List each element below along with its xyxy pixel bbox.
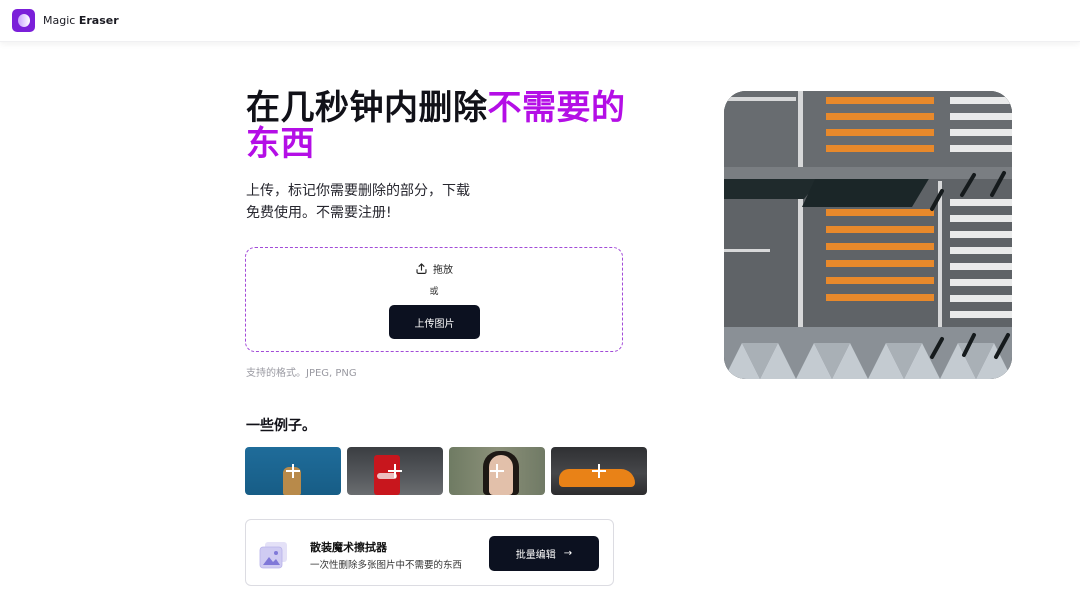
example-thumbnails <box>245 447 647 495</box>
plus-icon <box>388 464 402 478</box>
upload-dropzone[interactable]: 拖放 或 上传图片 <box>245 247 623 352</box>
batch-edit-button[interactable]: 批量编辑 → <box>489 536 599 571</box>
example-thumbnail-dog[interactable] <box>245 447 341 495</box>
brand-prefix: Magic <box>43 14 76 27</box>
examples-heading: 一些例子。 <box>246 418 316 434</box>
page-title: 在几秒钟内删除不需要的东西 <box>246 90 626 162</box>
example-thumbnail-car[interactable] <box>551 447 647 495</box>
batch-editor-card: 散装魔术擦拭器 一次性删除多张图片中不需要的东西 批量编辑 → <box>245 519 614 586</box>
subtitle-line-2: 免费使用。不需要注册! <box>246 205 392 221</box>
brand-bold: Eraser <box>78 14 119 27</box>
example-thumbnail-portrait[interactable] <box>449 447 545 495</box>
upload-icon <box>416 263 427 274</box>
arrow-right-icon: → <box>563 548 573 559</box>
batch-description: 一次性删除多张图片中不需要的东西 <box>310 560 463 571</box>
hero-image <box>724 91 1012 379</box>
aerial-street-illustration <box>724 91 1012 379</box>
plus-icon <box>286 464 300 478</box>
top-bar: Magic Eraser <box>0 0 1080 42</box>
page-subtitle: 上传，标记你需要删除的部分，下载 免费使用。不需要注册! <box>246 180 506 224</box>
or-separator: 或 <box>429 287 439 297</box>
drag-drop-label: 拖放 <box>433 265 453 276</box>
page-title-main: 在几秒钟内删除 <box>246 88 488 128</box>
supported-formats: 支持的格式。JPEG, PNG <box>246 368 357 379</box>
batch-edit-label: 批量编辑 <box>515 550 556 561</box>
drag-drop-hint: 拖放 <box>246 261 622 276</box>
upload-image-button[interactable]: 上传图片 <box>389 305 480 339</box>
subtitle-line-1: 上传，标记你需要删除的部分，下载 <box>246 183 470 199</box>
logo-icon[interactable] <box>12 9 35 32</box>
example-thumbnail-can[interactable] <box>347 447 443 495</box>
batch-title: 散装魔术擦拭器 <box>310 541 387 554</box>
image-stack-icon <box>259 542 287 569</box>
plus-icon <box>592 464 606 478</box>
brand-name[interactable]: Magic Eraser <box>43 14 119 27</box>
plus-icon <box>490 464 504 478</box>
